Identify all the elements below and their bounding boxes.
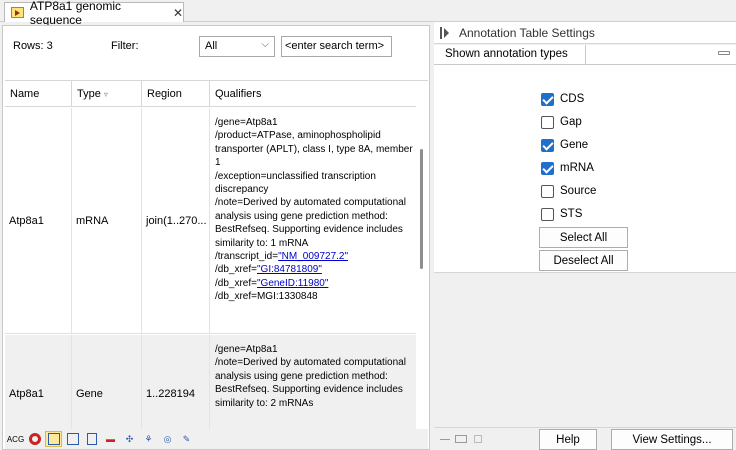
table-view-icon[interactable] xyxy=(45,431,62,447)
settings-title: Annotation Table Settings xyxy=(459,25,595,40)
collapse-icon[interactable] xyxy=(718,51,730,55)
table-row[interactable]: Atp8a1 mRNA join(1..270... /gene=Atp8a1 … xyxy=(5,108,416,334)
view-settings-button[interactable]: View Settings... xyxy=(611,429,733,450)
settings-header[interactable]: Annotation Table Settings xyxy=(434,22,736,44)
history-icon[interactable]: ◎ xyxy=(159,431,176,447)
table-toolbar: Rows: 3 Filter: All ⌵ <enter search term… xyxy=(3,26,429,78)
filter-value: All xyxy=(205,40,218,52)
settings-footer: Help View Settings... xyxy=(434,427,736,450)
filter-select[interactable]: All ⌵ xyxy=(199,36,275,57)
scrollbar-thumb[interactable] xyxy=(420,149,423,269)
settings-panel: Annotation Table Settings Shown annotati… xyxy=(434,22,736,450)
checkbox-box[interactable] xyxy=(541,161,554,175)
search-input[interactable]: <enter search term> xyxy=(281,36,392,57)
geneid-xref-link[interactable]: "GeneID:11980" xyxy=(257,278,328,289)
grid-view-icon[interactable] xyxy=(64,431,81,447)
annotation-table-panel: Rows: 3 Filter: All ⌵ <enter search term… xyxy=(2,25,430,450)
expand-icon xyxy=(444,27,449,38)
sequence-icon xyxy=(11,7,24,18)
checkbox-sts[interactable]: STS xyxy=(541,205,582,223)
annotation-table: Name Type ▿ Region Qualifiers Atp8a1 mRNA… xyxy=(5,80,428,429)
editor-tab-bar: ATP8a1 genomic sequence ✕ xyxy=(0,0,736,27)
column-header-region[interactable]: Region xyxy=(142,81,210,107)
checkbox-box[interactable] xyxy=(541,92,554,106)
column-header-qualifiers[interactable]: Qualifiers xyxy=(210,81,416,107)
graph-icon[interactable]: ✣ xyxy=(121,431,138,447)
deselect-all-button[interactable]: Deselect All xyxy=(539,250,628,271)
column-header-name[interactable]: Name xyxy=(5,81,72,107)
checkbox-mrna[interactable]: mRNA xyxy=(541,159,594,177)
column-header-type[interactable]: Type ▿ xyxy=(72,81,142,107)
transcript-link[interactable]: "NM_009727.2" xyxy=(278,251,348,262)
checkbox-box[interactable] xyxy=(541,115,554,129)
checkbox-box[interactable] xyxy=(541,207,554,221)
checkbox-box[interactable] xyxy=(541,138,554,152)
chevron-down-icon: ⌵ xyxy=(261,39,269,50)
gi-xref-link[interactable]: "GI:84781809" xyxy=(257,264,322,275)
tab-shown-annotation-types[interactable]: Shown annotation types xyxy=(434,45,586,65)
sort-icon: ▿ xyxy=(103,90,108,99)
minimize-icon[interactable] xyxy=(440,439,450,441)
checkbox-gap[interactable]: Gap xyxy=(541,113,582,131)
checkbox-cds[interactable]: CDS xyxy=(541,90,584,108)
annotation-types-panel: Shown annotation types CDS Gap Gene mRNA… xyxy=(434,45,736,273)
select-all-button[interactable]: Select All xyxy=(539,227,628,248)
cell-name: Atp8a1 xyxy=(9,214,44,227)
cell-region: join(1..270... xyxy=(146,214,207,227)
save-icon[interactable] xyxy=(474,435,482,443)
restriction-icon[interactable]: ▬ xyxy=(102,431,119,447)
table-row[interactable]: Atp8a1 Gene 1..228194 /gene=Atp8a1 /note… xyxy=(5,335,416,429)
checkbox-box[interactable] xyxy=(541,184,554,198)
circular-view-icon[interactable] xyxy=(26,431,43,447)
table-scrollbar[interactable] xyxy=(416,81,428,429)
cell-region: 1..228194 xyxy=(146,388,195,400)
cell-name: Atp8a1 xyxy=(9,388,44,400)
editor-tab[interactable]: ATP8a1 genomic sequence ✕ xyxy=(4,0,184,27)
cell-type: mRNA xyxy=(76,214,109,227)
help-button[interactable]: Help xyxy=(539,429,597,450)
text-view-icon[interactable]: ACG xyxy=(7,431,24,447)
rows-count: Rows: 3 xyxy=(13,40,53,52)
edit-icon[interactable]: ✎ xyxy=(178,431,195,447)
view-toolbar: ACG ▬ ✣ ⚘ ◎ ✎ xyxy=(5,429,428,449)
tree-icon[interactable]: ⚘ xyxy=(140,431,157,447)
cell-qualifiers: /gene=Atp8a1 /note=Derived by automated … xyxy=(215,344,406,409)
folder-icon[interactable] xyxy=(455,435,467,443)
checkbox-gene[interactable]: Gene xyxy=(541,136,588,154)
cell-type: Gene xyxy=(76,388,103,400)
cell-qualifiers: /gene=Atp8a1 /product=ATPase, aminophosp… xyxy=(215,117,413,303)
tab-title: ATP8a1 genomic sequence xyxy=(29,0,122,27)
checkbox-source[interactable]: Source xyxy=(541,182,596,200)
text-doc-icon[interactable] xyxy=(83,431,100,447)
close-icon[interactable]: ✕ xyxy=(173,6,183,20)
filter-label: Filter: xyxy=(111,40,139,52)
table-header: Name Type ▿ Region Qualifiers xyxy=(5,81,416,107)
